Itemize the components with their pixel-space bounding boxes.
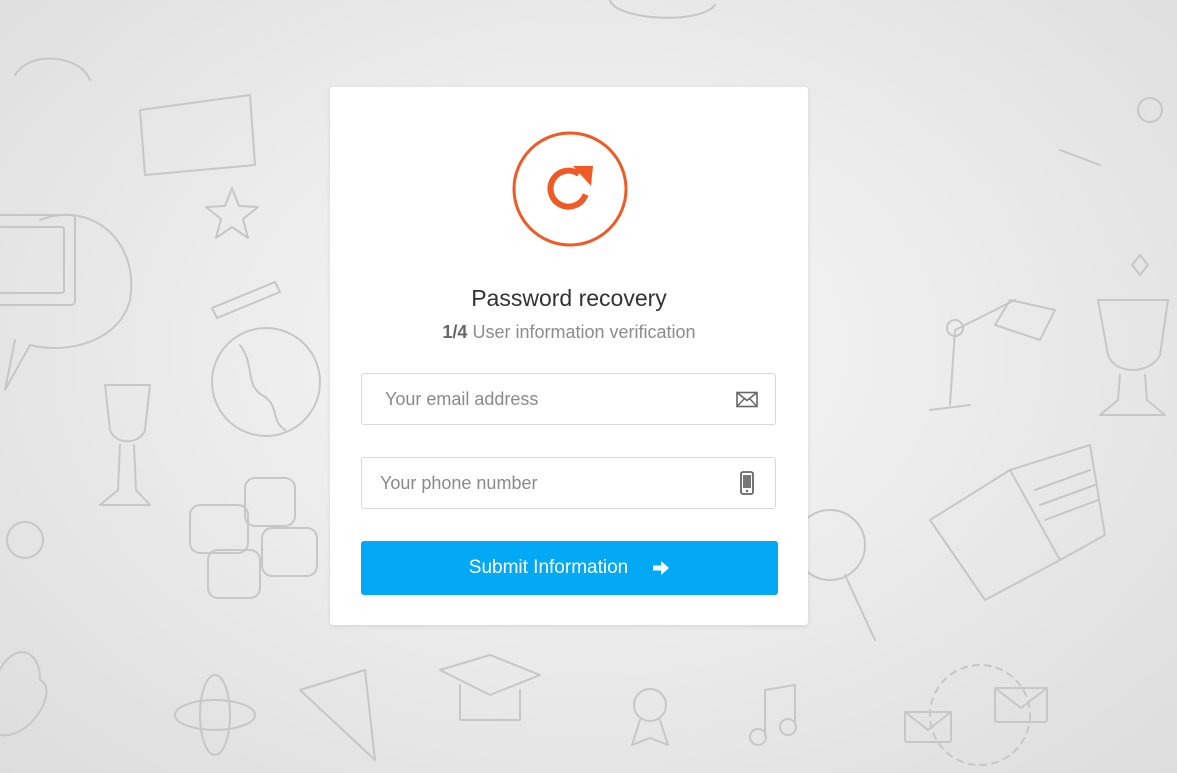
envelope-icon (736, 391, 758, 408)
submit-information-button[interactable]: Submit Information (361, 541, 778, 595)
phone-field-container (361, 457, 776, 509)
mobile-phone-icon (740, 471, 754, 495)
page-title: Password recovery (471, 285, 667, 311)
email-field[interactable] (362, 374, 722, 424)
step-description: User information verification (472, 322, 696, 342)
step-indicator: 1/4 (442, 322, 468, 342)
arrow-right-icon (653, 561, 670, 575)
page-background: Password recovery 1/4 User information v… (0, 0, 1177, 773)
email-field-container (361, 373, 776, 425)
submit-button-label: Submit Information (468, 557, 629, 578)
step-subtitle: 1/4 User information verification (330, 321, 808, 343)
password-recovery-card: Password recovery 1/4 User information v… (330, 87, 808, 625)
refresh-icon (512, 131, 628, 247)
phone-field[interactable] (362, 458, 722, 508)
